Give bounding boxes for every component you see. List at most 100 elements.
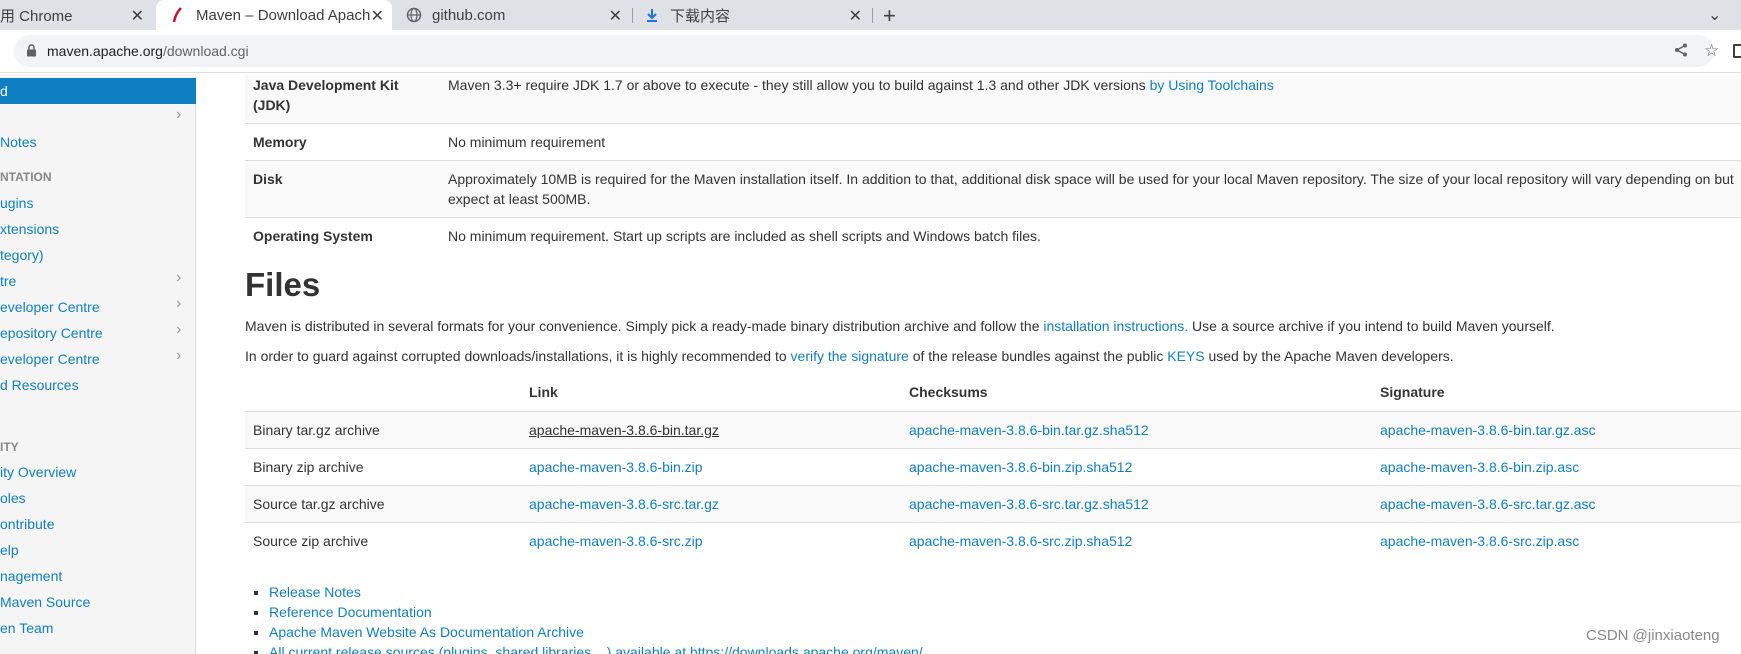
table-row: Java Development Kit (JDK) Maven 3.3+ re… xyxy=(245,74,1741,124)
tab-downloads[interactable]: 下载内容 ✕ xyxy=(634,0,870,30)
download-link[interactable]: apache-maven-3.8.6-bin.zip xyxy=(529,459,703,475)
download-icon xyxy=(644,7,660,23)
sidebar-item[interactable]: epository Centre xyxy=(0,325,103,341)
requirement-text: Maven 3.3+ require JDK 1.7 or above to e… xyxy=(448,77,1150,93)
toolchains-link[interactable]: by Using Toolchains xyxy=(1150,77,1274,93)
globe-icon xyxy=(406,7,422,23)
checksum-link[interactable]: apache-maven-3.8.6-src.zip.sha512 xyxy=(909,533,1132,549)
requirement-label: Operating System xyxy=(245,217,440,255)
sidebar-item[interactable]: eveloper Centre xyxy=(0,351,100,367)
checksum-link[interactable]: apache-maven-3.8.6-bin.zip.sha512 xyxy=(909,459,1132,475)
close-icon[interactable]: ✕ xyxy=(849,6,862,26)
download-link[interactable]: apache-maven-3.8.6-bin.tar.gz xyxy=(529,422,719,438)
list-item: Apache Maven Website As Documentation Ar… xyxy=(269,622,923,642)
requirement-label: Memory xyxy=(245,123,440,161)
chevron-right-icon[interactable]: › xyxy=(176,347,181,365)
sidebar-item[interactable]: elp xyxy=(0,542,19,558)
sidebar-item[interactable]: tegory) xyxy=(0,247,44,263)
archive-name: Source zip archive xyxy=(245,521,521,559)
url-text: maven.apache.org/download.cgi xyxy=(47,43,249,59)
requirement-value: No minimum requirement. Start up scripts… xyxy=(440,217,1741,255)
installation-instructions-link[interactable]: installation instructions. xyxy=(1043,318,1188,334)
release-sources-link[interactable]: All current release sources (plugins, sh… xyxy=(269,644,923,654)
verify-signature-link[interactable]: verify the signature xyxy=(791,348,909,364)
checksum-link[interactable]: apache-maven-3.8.6-bin.tar.gz.sha512 xyxy=(909,422,1149,438)
signature-link[interactable]: apache-maven-3.8.6-src.zip.asc xyxy=(1380,533,1579,549)
sidebar-item[interactable]: xtensions xyxy=(0,221,59,237)
tab-separator xyxy=(632,8,633,23)
column-header: Link xyxy=(529,384,558,401)
tab-github[interactable]: github.com ✕ xyxy=(396,0,630,30)
sidebar-item[interactable]: oles xyxy=(0,490,26,506)
requirement-value: No minimum requirement xyxy=(440,123,1741,161)
close-icon[interactable]: ✕ xyxy=(609,6,622,26)
requirement-label: Java Development Kit (JDK) xyxy=(245,74,440,124)
lock-icon[interactable] xyxy=(26,44,37,62)
column-header: Signature xyxy=(1380,384,1445,401)
url-host: maven.apache.org xyxy=(47,43,163,59)
list-item: Release Notes xyxy=(269,582,923,602)
chevron-right-icon[interactable]: › xyxy=(176,269,181,287)
address-bar[interactable]: maven.apache.org/download.cgi ☆ xyxy=(14,35,1719,67)
download-link[interactable]: apache-maven-3.8.6-src.tar.gz xyxy=(529,496,719,512)
requirement-value: Approximately 10MB is required for the M… xyxy=(440,160,1741,218)
table-row: Source zip archive apache-maven-3.8.6-sr… xyxy=(245,521,1741,559)
new-tab-icon[interactable]: + xyxy=(883,3,896,29)
sidebar-item[interactable]: Notes xyxy=(0,134,37,150)
chevron-right-icon[interactable]: › xyxy=(176,295,181,313)
release-notes-link[interactable]: Release Notes xyxy=(269,584,361,600)
side-panel-icon[interactable] xyxy=(1733,44,1741,58)
download-link[interactable]: apache-maven-3.8.6-src.zip xyxy=(529,533,703,549)
sidebar-item[interactable]: ity Overview xyxy=(0,464,76,480)
documentation-archive-link[interactable]: Apache Maven Website As Documentation Ar… xyxy=(269,624,584,640)
url-path: /download.cgi xyxy=(162,43,249,59)
archive-name: Binary zip archive xyxy=(245,447,521,485)
tab-label: github.com xyxy=(432,6,506,24)
tab-label: 下载内容 xyxy=(670,7,731,25)
files-table: Link Checksums Signature Binary tar.gz a… xyxy=(245,374,1741,559)
paragraph-text: Use a source archive if you intend to bu… xyxy=(1188,318,1555,334)
sidebar-item[interactable]: en Team xyxy=(0,620,53,636)
chevron-right-icon[interactable]: › xyxy=(176,321,181,339)
signature-link[interactable]: apache-maven-3.8.6-bin.zip.asc xyxy=(1380,459,1579,475)
sidebar: d › Notes NTATION ugins xtensions tegory… xyxy=(0,74,196,654)
table-row: Disk Approximately 10MB is required for … xyxy=(245,160,1741,218)
sidebar-item[interactable]: nagement xyxy=(0,568,62,584)
tab-maven[interactable]: Maven – Download Apache ✕ xyxy=(156,0,392,30)
bookmark-star-icon[interactable]: ☆ xyxy=(1704,41,1719,61)
chevron-right-icon[interactable]: › xyxy=(176,106,181,124)
requirement-label: Disk xyxy=(245,160,440,218)
chevron-down-icon[interactable]: ⌄ xyxy=(1708,5,1721,25)
requirement-value: Maven 3.3+ require JDK 1.7 or above to e… xyxy=(440,74,1741,124)
system-requirements-table: Java Development Kit (JDK) Maven 3.3+ re… xyxy=(245,74,1741,255)
sidebar-item[interactable]: ugins xyxy=(0,195,33,211)
paragraph-text: used by the Apache Maven developers. xyxy=(1204,348,1454,364)
tab-chrome[interactable]: 用 Chrome ✕ xyxy=(0,0,152,30)
table-row: Source tar.gz archive apache-maven-3.8.6… xyxy=(245,484,1741,522)
keys-link[interactable]: KEYS xyxy=(1167,348,1204,364)
close-icon[interactable]: ✕ xyxy=(371,6,384,26)
column-header: Checksums xyxy=(909,384,988,401)
watermark: CSDN @jinxiaoteng xyxy=(1586,627,1720,644)
table-header-row: Link Checksums Signature xyxy=(245,374,1741,411)
archive-name: Source tar.gz archive xyxy=(245,484,521,522)
signature-link[interactable]: apache-maven-3.8.6-src.tar.gz.asc xyxy=(1380,496,1596,512)
sidebar-item-download[interactable]: d xyxy=(0,78,196,104)
tab-label: 用 Chrome xyxy=(0,7,73,25)
sidebar-item[interactable]: ontribute xyxy=(0,516,54,532)
table-row: Memory No minimum requirement xyxy=(245,123,1741,161)
share-icon[interactable] xyxy=(1674,43,1688,61)
sidebar-item[interactable]: tre xyxy=(0,273,16,289)
sidebar-item[interactable]: Maven Source xyxy=(0,594,90,610)
paragraph-text: of the release bundles against the publi… xyxy=(908,348,1168,364)
tab-separator xyxy=(872,8,873,23)
checksum-link[interactable]: apache-maven-3.8.6-src.tar.gz.sha512 xyxy=(909,496,1149,512)
close-icon[interactable]: ✕ xyxy=(131,6,144,26)
files-heading: Files xyxy=(245,266,321,303)
signature-link[interactable]: apache-maven-3.8.6-bin.tar.gz.asc xyxy=(1380,422,1596,438)
sidebar-item[interactable]: d Resources xyxy=(0,377,79,393)
table-row: Binary zip archive apache-maven-3.8.6-bi… xyxy=(245,447,1741,485)
table-row: Binary tar.gz archive apache-maven-3.8.6… xyxy=(245,410,1741,448)
reference-documentation-link[interactable]: Reference Documentation xyxy=(269,604,432,620)
sidebar-item[interactable]: eveloper Centre xyxy=(0,299,100,315)
